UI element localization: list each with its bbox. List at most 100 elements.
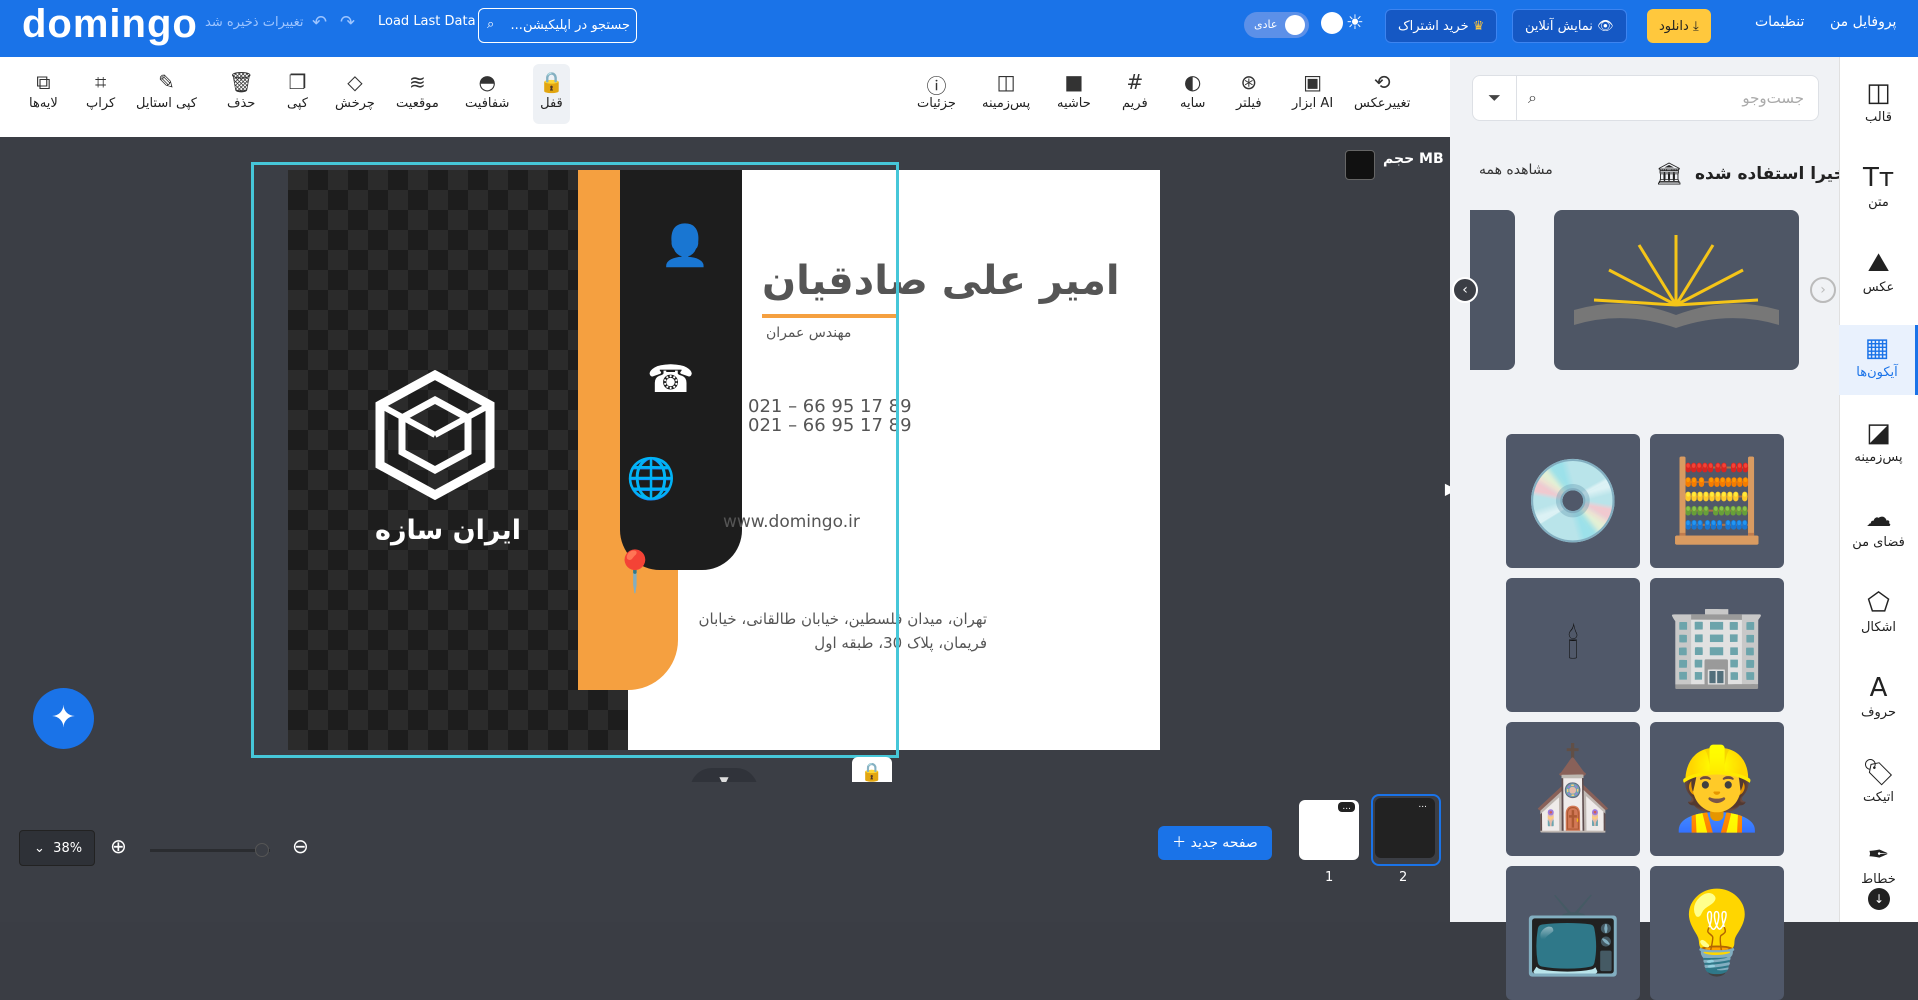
recent-item-sunrise-book[interactable]	[1554, 210, 1799, 370]
recent-title: اخیرا استفاده شده	[1695, 164, 1852, 184]
ai-tools-icon: ▣	[1303, 70, 1323, 94]
building-icon: 🏛	[1655, 162, 1683, 187]
tool-crop[interactable]: ⌗ کراپ	[86, 70, 115, 111]
tool-ai[interactable]: ▣ ابزار AI	[1292, 70, 1333, 111]
frame-icon: #	[1126, 70, 1144, 94]
letters-icon: A	[1869, 673, 1888, 703]
shapes-icon: ⬠	[1867, 588, 1890, 618]
sun-icon: ☀	[1346, 10, 1364, 34]
calligraphy-icon: ✒	[1867, 840, 1890, 870]
tool-rotate[interactable]: ◇ چرخش	[335, 70, 375, 111]
filter-icon: ⊛	[1240, 70, 1258, 94]
layers-position-icon: ≋	[409, 70, 426, 94]
element-toolbar	[0, 57, 1450, 137]
filter-funnel-icon[interactable]: ⏷	[1473, 76, 1517, 120]
tool-border[interactable]: ■ حاشیه	[1057, 70, 1091, 111]
zoom-slider[interactable]	[150, 849, 270, 852]
download-icon: ⤓	[1692, 18, 1699, 34]
selection-box[interactable]	[251, 162, 899, 758]
lock-icon: 🔒	[539, 70, 564, 94]
new-page-button[interactable]: ＋ صفحه جدید	[1158, 826, 1272, 860]
tool-details[interactable]: ⓘ جزئیات	[917, 70, 956, 111]
carousel-prev-icon[interactable]: ‹	[1452, 277, 1478, 303]
tool-delete[interactable]: 🗑 حذف	[227, 70, 255, 111]
tool-change-image[interactable]: ⟲ تغییرعکس	[1354, 70, 1410, 111]
crop-icon: ⌗	[94, 70, 107, 94]
swap-image-icon: ⟲	[1373, 70, 1391, 94]
thumb-menu-icon[interactable]: ...	[1338, 802, 1355, 812]
rail-letters[interactable]: A حروف	[1839, 673, 1918, 720]
tool-shadow[interactable]: ◐ سایه	[1180, 70, 1205, 111]
page-thumbnail-1[interactable]: ...	[1299, 800, 1359, 860]
tool-layers[interactable]: ⧉ لایه‌ها	[29, 70, 58, 111]
tool-copy-style[interactable]: ✎ کپی استایل	[136, 70, 197, 111]
eye-icon: 👁	[1597, 18, 1614, 34]
page-number-2: 2	[1399, 870, 1408, 885]
icon-building[interactable]: 🏢	[1650, 578, 1784, 712]
chevron-down-icon: ⌄	[34, 841, 45, 856]
save-status: تغییرات ذخیره شد	[205, 15, 304, 30]
crown-icon: ♛	[1472, 18, 1485, 34]
shadow-icon: ◐	[1184, 70, 1202, 94]
icon-candle[interactable]: 🕯	[1506, 578, 1640, 712]
tool-opacity[interactable]: ◓ شفافیت	[465, 70, 509, 111]
rail-template[interactable]: ◫ قالب	[1839, 78, 1918, 125]
app-logo[interactable]: domingo	[22, 2, 198, 47]
thumb-menu-icon[interactable]: ...	[1414, 800, 1431, 810]
tool-lock[interactable]: 🔒 قفل	[533, 64, 570, 124]
template-icon: ◫	[1866, 78, 1891, 108]
carousel-next-icon[interactable]: ›	[1810, 277, 1836, 303]
magic-wand-button[interactable]: ✦	[33, 688, 94, 749]
zoom-in-icon[interactable]: ⊕	[110, 834, 127, 858]
settings-link[interactable]: تنظیمات	[1755, 14, 1804, 30]
online-preview-button[interactable]: نمایش آنلاین 👁	[1512, 9, 1627, 43]
page-thumbnail-2[interactable]: ...	[1375, 798, 1435, 858]
trash-icon: 🗑	[228, 70, 254, 94]
layers-icon: ⧉	[36, 70, 51, 94]
rail-calligraphy[interactable]: ✒ خطاط	[1839, 840, 1918, 890]
undo-icon[interactable]: ↶	[312, 12, 327, 33]
search-icon: ⌕	[1528, 88, 1537, 107]
image-icon: ⛰	[1867, 248, 1890, 278]
icon-lamp[interactable]: 💡	[1650, 866, 1784, 1000]
profile-link[interactable]: پروفایل من	[1830, 14, 1896, 30]
see-all-link[interactable]: مشاهده همه	[1479, 162, 1553, 178]
subscribe-button[interactable]: خرید اشتراک ♛	[1385, 9, 1498, 43]
rail-scroll-down-icon[interactable]: ↓	[1868, 888, 1890, 910]
tool-frame[interactable]: # فریم	[1122, 70, 1148, 111]
icons-grid-icon: ▦	[1864, 333, 1890, 363]
redo-icon[interactable]: ↷	[340, 12, 355, 33]
file-size-label: حجم MB	[1383, 151, 1444, 167]
rail-my-space[interactable]: ☁ فضای من	[1839, 503, 1918, 550]
rail-image[interactable]: ⛰ عکس	[1839, 248, 1918, 295]
sunrise-book-icon	[1574, 235, 1779, 328]
app-search-input[interactable]: ⌕ جستجو در اپلیکیشن...	[478, 8, 637, 43]
search-icon: ⌕	[487, 17, 495, 32]
page-number-1: 1	[1325, 870, 1334, 885]
rail-icons[interactable]: ▦ آیکون‌ها	[1839, 325, 1918, 395]
load-last-data-button[interactable]: Load Last Data	[378, 14, 476, 29]
zoom-select[interactable]: ⌄ 38%	[19, 830, 95, 866]
rail-background[interactable]: ◪ پس‌زمینه	[1839, 418, 1918, 465]
icon-church[interactable]: ⛪	[1506, 722, 1640, 856]
tool-filter[interactable]: ⊛ فیلتر	[1236, 70, 1262, 111]
zoom-slider-handle[interactable]	[255, 843, 269, 857]
theme-toggle-knob[interactable]	[1321, 12, 1343, 34]
tool-position[interactable]: ≋ موقعیت	[396, 70, 439, 111]
icon-abacus[interactable]: 🧮	[1650, 434, 1784, 568]
zoom-out-icon[interactable]: ⊖	[292, 834, 309, 858]
tool-background[interactable]: ◫ پس‌زمینه	[982, 70, 1030, 111]
rail-shapes[interactable]: ⬠ اشکال	[1839, 588, 1918, 635]
panel-search-input[interactable]: ⏷ ⌕ جست‌وجو	[1472, 75, 1819, 121]
icon-engineer[interactable]: 👷	[1650, 722, 1784, 856]
tag-icon: 🏷	[1861, 758, 1895, 788]
icon-tv[interactable]: 📺	[1506, 866, 1640, 1000]
icon-disc[interactable]: 💿	[1506, 434, 1640, 568]
rail-tag[interactable]: 🏷 اتیکت	[1839, 758, 1918, 805]
rail-text[interactable]: Tт متن	[1839, 163, 1918, 210]
mode-toggle[interactable]: عادی	[1244, 12, 1309, 38]
tool-copy[interactable]: ❐ کپی	[287, 70, 308, 111]
download-button[interactable]: دانلود ⤓	[1647, 9, 1711, 43]
info-icon: ⓘ	[926, 74, 947, 98]
calculator-icon	[1345, 150, 1375, 180]
